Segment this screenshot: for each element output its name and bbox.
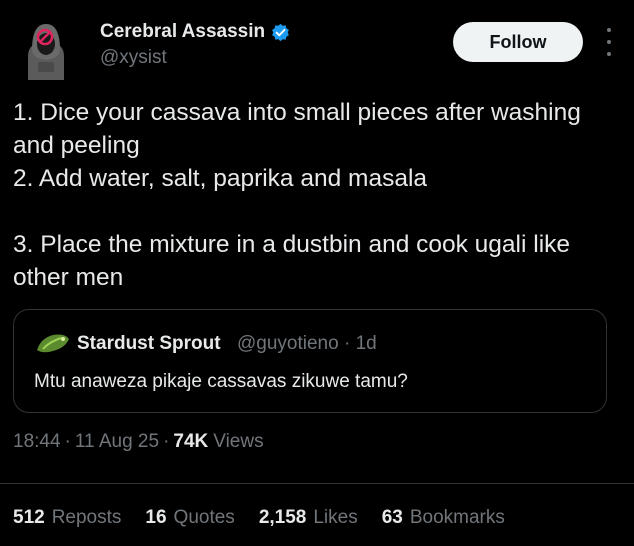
bookmarks-stat[interactable]: 63 Bookmarks <box>382 507 505 529</box>
stat-value: 2,158 <box>258 507 307 528</box>
quoted-author-name[interactable]: Stardust Sprout <box>77 333 221 355</box>
stat-label: Reposts <box>51 507 122 528</box>
author-name[interactable]: Cerebral Assassin <box>100 21 290 43</box>
hooded-figure-icon <box>28 24 64 80</box>
more-dot <box>607 28 611 32</box>
stat-label: Bookmarks <box>409 507 505 528</box>
tweet-line: 2. Add water, salt, paprika and masala <box>13 165 428 192</box>
tweet-text: 1. Dice your cassava into small pieces a… <box>13 96 618 294</box>
views-count: 74K <box>173 431 209 452</box>
reposts-stat[interactable]: 512 Reposts <box>13 507 121 529</box>
separator: · <box>343 333 351 354</box>
quoted-tweet-card[interactable]: Stardust Sprout @guyotieno · 1d Mtu anaw… <box>13 309 607 413</box>
more-options-icon[interactable] <box>604 28 614 56</box>
quotes-stat[interactable]: 16 Quotes <box>145 507 234 529</box>
divider <box>0 483 634 484</box>
separator: · <box>163 431 170 452</box>
quoted-age: 1d <box>355 333 377 354</box>
follow-button[interactable]: Follow <box>453 22 583 62</box>
quoted-avatar[interactable] <box>35 330 71 356</box>
views-label: Views <box>213 431 264 452</box>
tweet-metadata: 18:44 · 11 Aug 25 · 74K Views <box>13 431 264 453</box>
stat-label: Likes <box>313 507 358 528</box>
quoted-meta: @guyotieno · 1d <box>237 333 377 355</box>
engagement-stats: 512 Reposts 16 Quotes 2,158 Likes 63 Bookmar… <box>13 507 505 529</box>
tweet-date[interactable]: 11 Aug 25 <box>75 431 159 453</box>
stat-value: 16 <box>145 507 167 528</box>
separator: · <box>64 431 71 452</box>
tweet-time[interactable]: 18:44 <box>13 431 61 453</box>
author-name-text: Cerebral Assassin <box>100 21 266 42</box>
stat-label: Quotes <box>173 507 235 528</box>
verified-badge-icon[interactable] <box>271 23 290 42</box>
tweet-line: 3. Place the mixture in a dustbin and co… <box>13 231 571 291</box>
avatar[interactable] <box>18 16 74 80</box>
more-dot <box>607 52 611 56</box>
quoted-author-handle[interactable]: @guyotieno <box>237 333 339 354</box>
stat-value: 512 <box>13 507 45 528</box>
quoted-tweet-text: Mtu anaweza pikaje cassavas zikuwe tamu? <box>34 371 408 392</box>
likes-stat[interactable]: 2,158 Likes <box>259 507 358 529</box>
more-dot <box>607 40 611 44</box>
author-handle[interactable]: @xysist <box>100 47 167 69</box>
stat-value: 63 <box>381 507 403 528</box>
tweet-line: 1. Dice your cassava into small pieces a… <box>13 99 581 159</box>
